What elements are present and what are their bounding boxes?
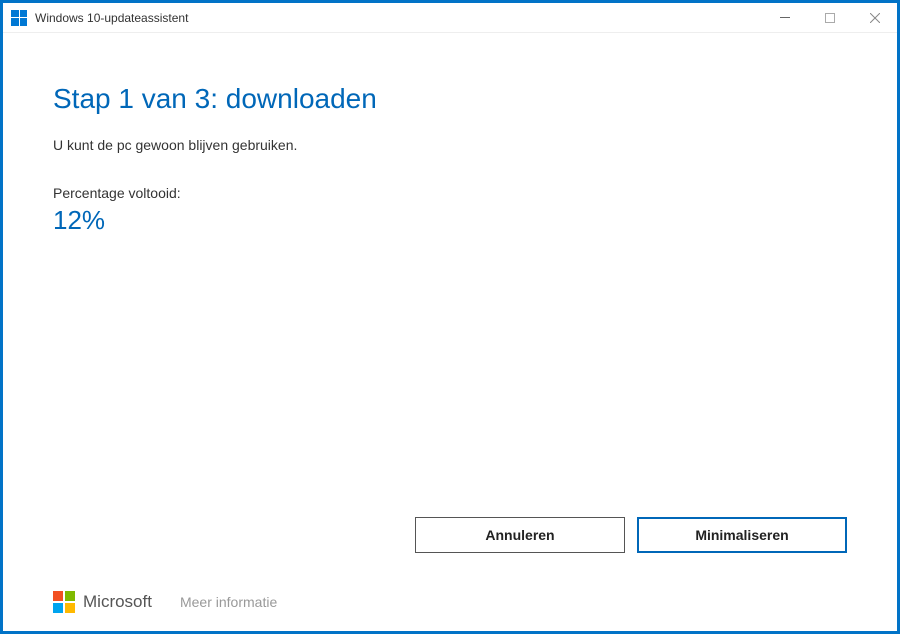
window-controls <box>762 3 897 33</box>
titlebar: Windows 10-updateassistent <box>3 3 897 33</box>
microsoft-logo-icon <box>53 591 75 613</box>
close-window-button[interactable] <box>852 3 897 33</box>
cancel-button[interactable]: Annuleren <box>415 517 625 553</box>
page-heading: Stap 1 van 3: downloaden <box>53 83 847 115</box>
window-title: Windows 10-updateassistent <box>35 11 762 25</box>
microsoft-logo: Microsoft <box>53 591 152 613</box>
button-row: Annuleren Minimaliseren <box>415 517 847 553</box>
maximize-window-button[interactable] <box>807 3 852 33</box>
progress-value: 12% <box>53 205 847 236</box>
footer: Microsoft Meer informatie <box>53 591 277 613</box>
minimize-button[interactable]: Minimaliseren <box>637 517 847 553</box>
minimize-icon <box>780 17 790 18</box>
microsoft-logo-text: Microsoft <box>83 592 152 612</box>
page-subtext: U kunt de pc gewoon blijven gebruiken. <box>53 137 847 153</box>
more-info-link[interactable]: Meer informatie <box>180 594 277 610</box>
close-icon <box>870 13 880 23</box>
minimize-window-button[interactable] <box>762 3 807 33</box>
windows-icon <box>11 10 27 26</box>
main-content: Stap 1 van 3: downloaden U kunt de pc ge… <box>3 33 897 236</box>
progress-label: Percentage voltooid: <box>53 185 847 201</box>
maximize-icon <box>825 13 835 23</box>
